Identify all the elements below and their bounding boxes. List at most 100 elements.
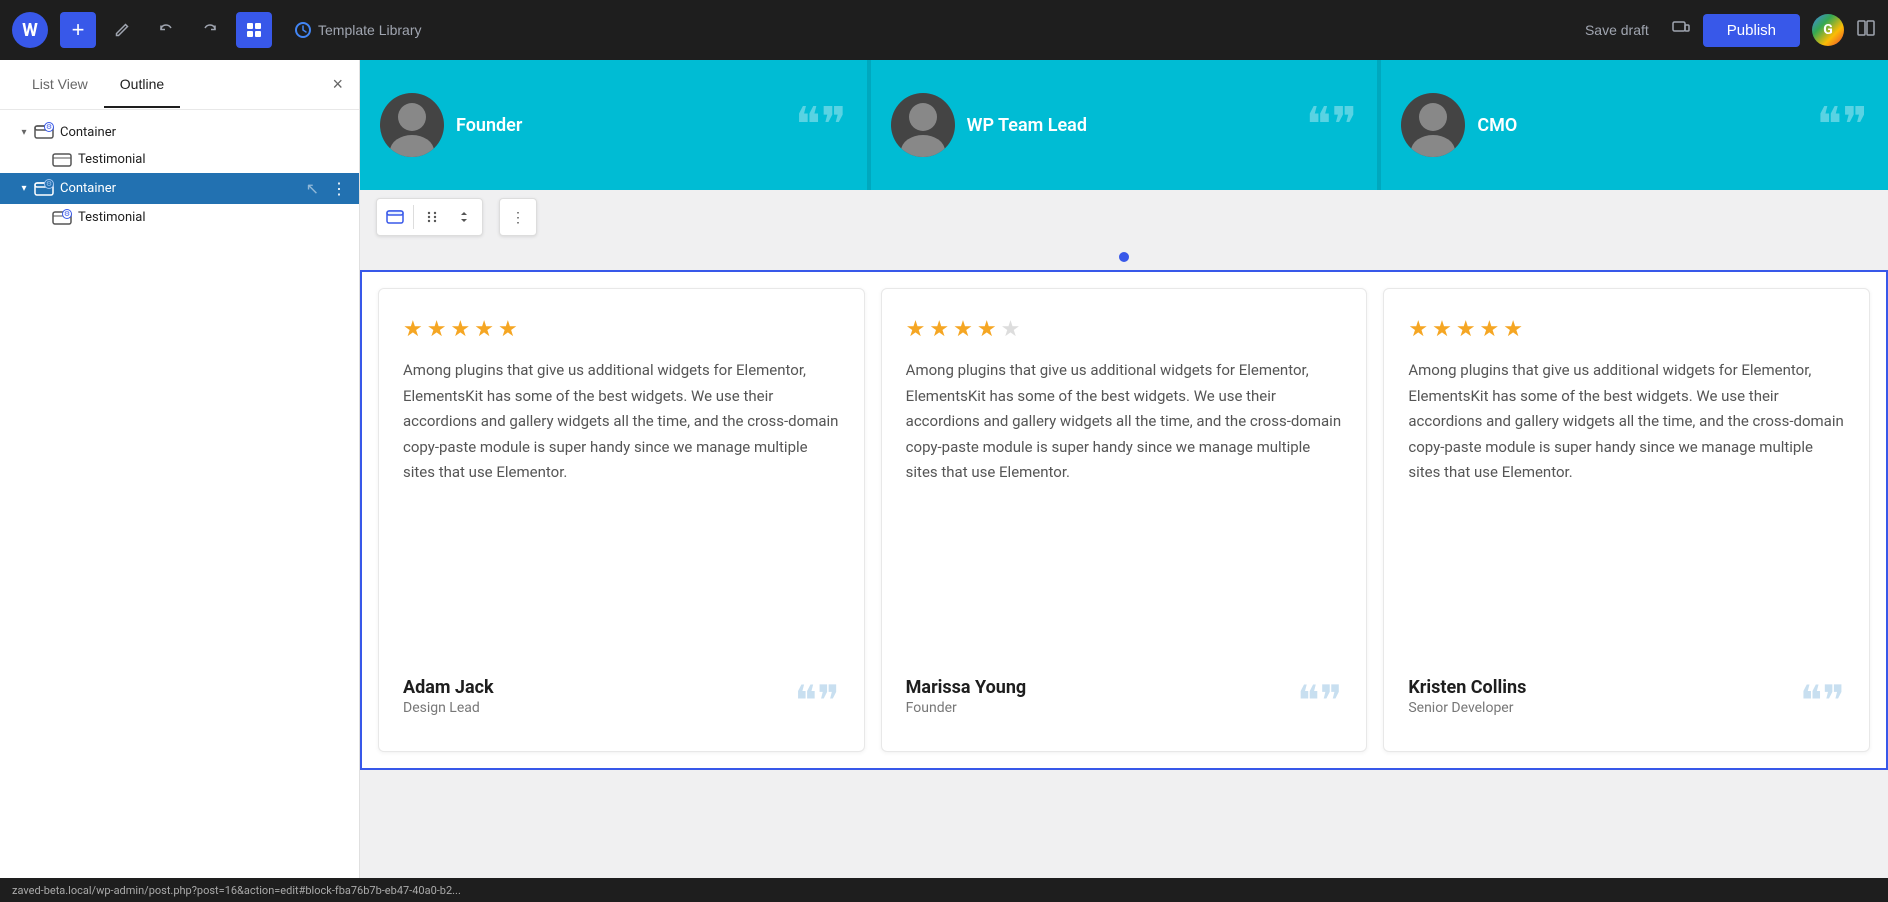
toolbar-right: Save draft Publish G <box>1575 14 1876 47</box>
tree-more-container-2[interactable]: ⋮ <box>331 179 347 198</box>
status-url: zaved-beta.local/wp-admin/post.php?post=… <box>12 884 461 897</box>
block-tool-more[interactable]: ⋮ <box>502 201 534 233</box>
tree-item-testimonial-2[interactable]: ⚙ Testimonial <box>0 204 359 231</box>
cursor-indicator: ↖ <box>306 179 319 198</box>
testimonial-role-3: Senior Developer <box>1408 700 1526 716</box>
testimonial-text-3: Among plugins that give us additional wi… <box>1408 358 1845 661</box>
star-2-1: ★ <box>906 317 926 342</box>
testimonial-author-2: Marissa Young Founder <box>906 677 1027 716</box>
stars-3: ★ ★ ★ ★ ★ <box>1408 317 1845 342</box>
testimonial-name-1: Adam Jack <box>403 677 494 698</box>
publish-button[interactable]: Publish <box>1703 14 1800 47</box>
testimonial-author-1: Adam Jack Design Lead <box>403 677 494 716</box>
toolbar-divider-2 <box>489 205 493 229</box>
testimonial-card-2[interactable]: ★ ★ ★ ★ ★ Among plugins that give us add… <box>881 288 1368 752</box>
google-account-icon[interactable]: G <box>1812 14 1844 46</box>
sidebar-close-button[interactable]: × <box>332 74 343 95</box>
canvas-inner: Founder ❝❞ WP Team Lead ❝❞ <box>360 60 1888 770</box>
tree-badge-1: ⚙ <box>44 122 54 132</box>
tree-toggle-container-2[interactable]: ▾ <box>16 181 32 197</box>
outline-tree: ▾ ⚙ Container ⋮ <box>0 110 359 902</box>
testimonial-footer-3: Kristen Collins Senior Developer ❝❞ <box>1408 677 1845 723</box>
main-toolbar: W + Template Library Save dr <box>0 0 1888 60</box>
tree-label-container-2: Container <box>60 181 331 196</box>
testimonial-text-1: Among plugins that give us additional wi… <box>403 358 840 661</box>
add-button[interactable]: + <box>60 12 96 48</box>
avatar-3 <box>1401 93 1465 157</box>
template-library-label: Template Library <box>318 22 422 38</box>
testimonials-section[interactable]: ★ ★ ★ ★ ★ Among plugins that give us add… <box>360 270 1888 770</box>
star-1-4: ★ <box>474 317 494 342</box>
pencil-button[interactable] <box>104 12 140 48</box>
top-card-3[interactable]: CMO ❝❞ <box>1377 60 1888 190</box>
star-2-5: ★ <box>1001 317 1021 342</box>
dot-indicator[interactable] <box>360 244 1888 270</box>
top-cards-row: Founder ❝❞ WP Team Lead ❝❞ <box>360 60 1888 190</box>
block-tool-container-icon[interactable] <box>379 201 411 233</box>
card-quote-2: ❝❞ <box>1306 97 1358 153</box>
block-toolbar-more: ⋮ <box>499 198 537 236</box>
main-layout: List View Outline × ▾ ⚙ Container ⋮ <box>0 60 1888 902</box>
sidebar: List View Outline × ▾ ⚙ Container ⋮ <box>0 60 360 902</box>
tab-outline[interactable]: Outline <box>104 62 180 108</box>
stars-2: ★ ★ ★ ★ ★ <box>906 317 1343 342</box>
testimonial-quote-icon-2: ❝❞ <box>1297 681 1342 723</box>
status-bar: zaved-beta.local/wp-admin/post.php?post=… <box>0 878 1888 902</box>
testimonial-card-3[interactable]: ★ ★ ★ ★ ★ Among plugins that give us add… <box>1383 288 1870 752</box>
top-card-2[interactable]: WP Team Lead ❝❞ <box>867 60 1378 190</box>
testimonial-author-3: Kristen Collins Senior Developer <box>1408 677 1526 716</box>
blocks-button[interactable] <box>236 12 272 48</box>
star-1-1: ★ <box>403 317 423 342</box>
block-toolbar-inner <box>376 198 483 236</box>
avatar-2 <box>891 93 955 157</box>
dot-active[interactable] <box>1119 252 1129 262</box>
tree-item-container-1[interactable]: ▾ ⚙ Container ⋮ <box>0 118 359 146</box>
testimonial-footer-2: Marissa Young Founder ❝❞ <box>906 677 1343 723</box>
undo-button[interactable] <box>148 12 184 48</box>
star-3-1: ★ <box>1408 317 1428 342</box>
star-3-2: ★ <box>1432 317 1452 342</box>
tab-list-view[interactable]: List View <box>16 62 104 108</box>
star-2-2: ★ <box>929 317 949 342</box>
tree-item-container-2[interactable]: ▾ ⚙ Container ⋮ ↖ <box>0 173 359 204</box>
save-draft-button[interactable]: Save draft <box>1575 16 1659 44</box>
card-title-2: WP Team Lead <box>955 115 1306 136</box>
star-3-5: ★ <box>1503 317 1523 342</box>
top-card-1[interactable]: Founder ❝❞ <box>360 60 867 190</box>
testimonial-role-1: Design Lead <box>403 700 494 716</box>
block-tool-move[interactable] <box>416 201 448 233</box>
testimonial-card-1[interactable]: ★ ★ ★ ★ ★ Among plugins that give us add… <box>378 288 865 752</box>
tree-badge-3: ⚙ <box>62 209 72 219</box>
testimonial-text-2: Among plugins that give us additional wi… <box>906 358 1343 661</box>
star-2-3: ★ <box>953 317 973 342</box>
sidebar-header: List View Outline × <box>0 60 359 110</box>
testimonial-quote-icon-1: ❝❞ <box>794 681 839 723</box>
testimonial-role-2: Founder <box>906 700 1027 716</box>
card-title-1: Founder <box>444 115 795 136</box>
testimonial-name-2: Marissa Young <box>906 677 1027 698</box>
stars-1: ★ ★ ★ ★ ★ <box>403 317 840 342</box>
testimonial-footer-1: Adam Jack Design Lead ❝❞ <box>403 677 840 723</box>
redo-button[interactable] <box>192 12 228 48</box>
sidebar-tabs: List View Outline <box>16 62 180 108</box>
star-1-3: ★ <box>450 317 470 342</box>
responsive-button[interactable] <box>1671 18 1691 43</box>
block-tool-up-down[interactable] <box>448 201 480 233</box>
star-3-3: ★ <box>1456 317 1476 342</box>
tree-label-testimonial-2: Testimonial <box>78 210 347 225</box>
tree-badge-2: ⚙ <box>44 179 54 189</box>
canvas-area[interactable]: Founder ❝❞ WP Team Lead ❝❞ <box>360 60 1888 902</box>
avatar-1 <box>380 93 444 157</box>
tree-item-testimonial-1[interactable]: Testimonial <box>0 146 359 173</box>
card-quote-3: ❝❞ <box>1816 97 1868 153</box>
star-2-4: ★ <box>977 317 997 342</box>
star-1-5: ★ <box>498 317 518 342</box>
wp-logo[interactable]: W <box>12 12 48 48</box>
tree-toggle-container-1[interactable]: ▾ <box>16 124 32 140</box>
tree-label-container-1: Container <box>60 125 347 140</box>
split-view-button[interactable] <box>1856 18 1876 43</box>
testimonial-quote-icon-3: ❝❞ <box>1800 681 1845 723</box>
card-title-3: CMO <box>1465 115 1816 136</box>
template-library-button[interactable]: Template Library <box>280 15 436 45</box>
tree-label-testimonial-1: Testimonial <box>78 152 347 167</box>
